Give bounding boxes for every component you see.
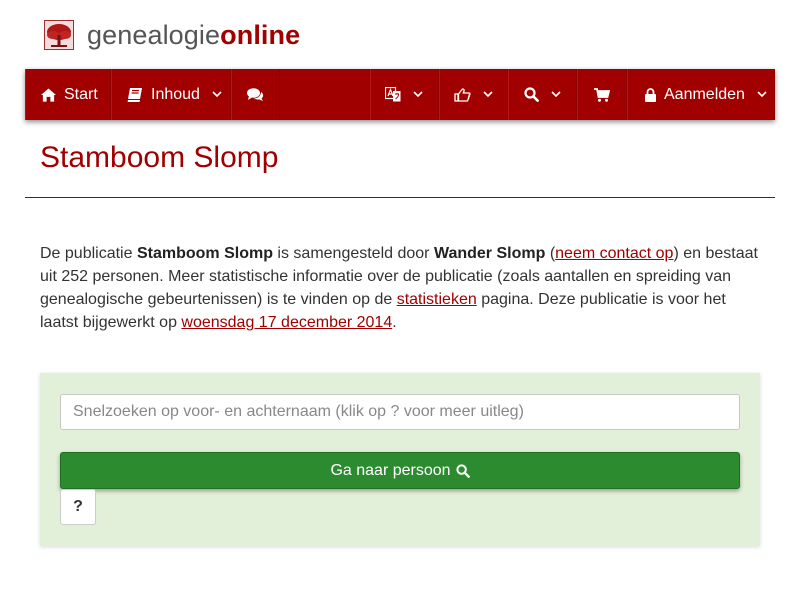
nav-start-label: Start (64, 85, 98, 103)
go-to-person-label: Ga naar persoon (330, 461, 451, 479)
quick-search-input[interactable] (60, 394, 740, 430)
tree-logo-icon (44, 20, 74, 50)
chevron-down-icon (757, 91, 767, 98)
publication-description: De publicatie Stamboom Slomp is samenges… (40, 245, 758, 331)
search-icon (455, 463, 470, 478)
nav-forum[interactable] (231, 69, 280, 120)
shopping-cart-icon (594, 87, 610, 102)
chevron-down-icon (413, 91, 423, 98)
nav-spacer (280, 69, 370, 120)
nav-start[interactable]: Start (25, 69, 111, 120)
nav-actions[interactable] (439, 69, 508, 120)
brand-name: genealogieonline (87, 19, 301, 50)
nav-language[interactable] (370, 69, 439, 120)
lock-icon (645, 87, 656, 102)
book-icon (127, 87, 142, 102)
nav-login-label: Aanmelden (664, 85, 745, 103)
comments-icon (247, 87, 264, 101)
hand-point-icon (454, 87, 471, 102)
nav-inhoud-label: Inhoud (151, 85, 200, 103)
home-icon (41, 87, 56, 102)
language-icon (385, 87, 401, 102)
go-to-person-button[interactable]: Ga naar persoon (60, 452, 740, 489)
quick-search-panel: Ga naar persoon ? (40, 373, 760, 546)
last-updated-link[interactable]: woensdag 17 december 2014 (181, 314, 392, 331)
publication-name: Stamboom Slomp (136, 245, 273, 262)
page-title: Stamboom Slomp (40, 141, 279, 174)
search-help-button[interactable]: ? (60, 489, 96, 525)
title-divider (25, 197, 775, 198)
contact-link[interactable]: neem contact op (555, 245, 673, 262)
nav-inhoud[interactable]: Inhoud (111, 69, 231, 120)
search-icon (524, 87, 539, 102)
main-navbar: Start Inhoud Aanmelden (25, 69, 775, 120)
author-name: Wander Slomp (433, 245, 546, 262)
nav-search[interactable] (508, 69, 577, 120)
statistics-link[interactable]: statistieken (397, 291, 477, 308)
nav-shop[interactable] (577, 69, 627, 120)
site-logo[interactable]: genealogieonline (44, 18, 300, 52)
chevron-down-icon (212, 91, 222, 98)
chevron-down-icon (551, 91, 561, 98)
search-help-label: ? (73, 498, 83, 515)
nav-login[interactable]: Aanmelden (627, 69, 775, 120)
chevron-down-icon (483, 91, 493, 98)
